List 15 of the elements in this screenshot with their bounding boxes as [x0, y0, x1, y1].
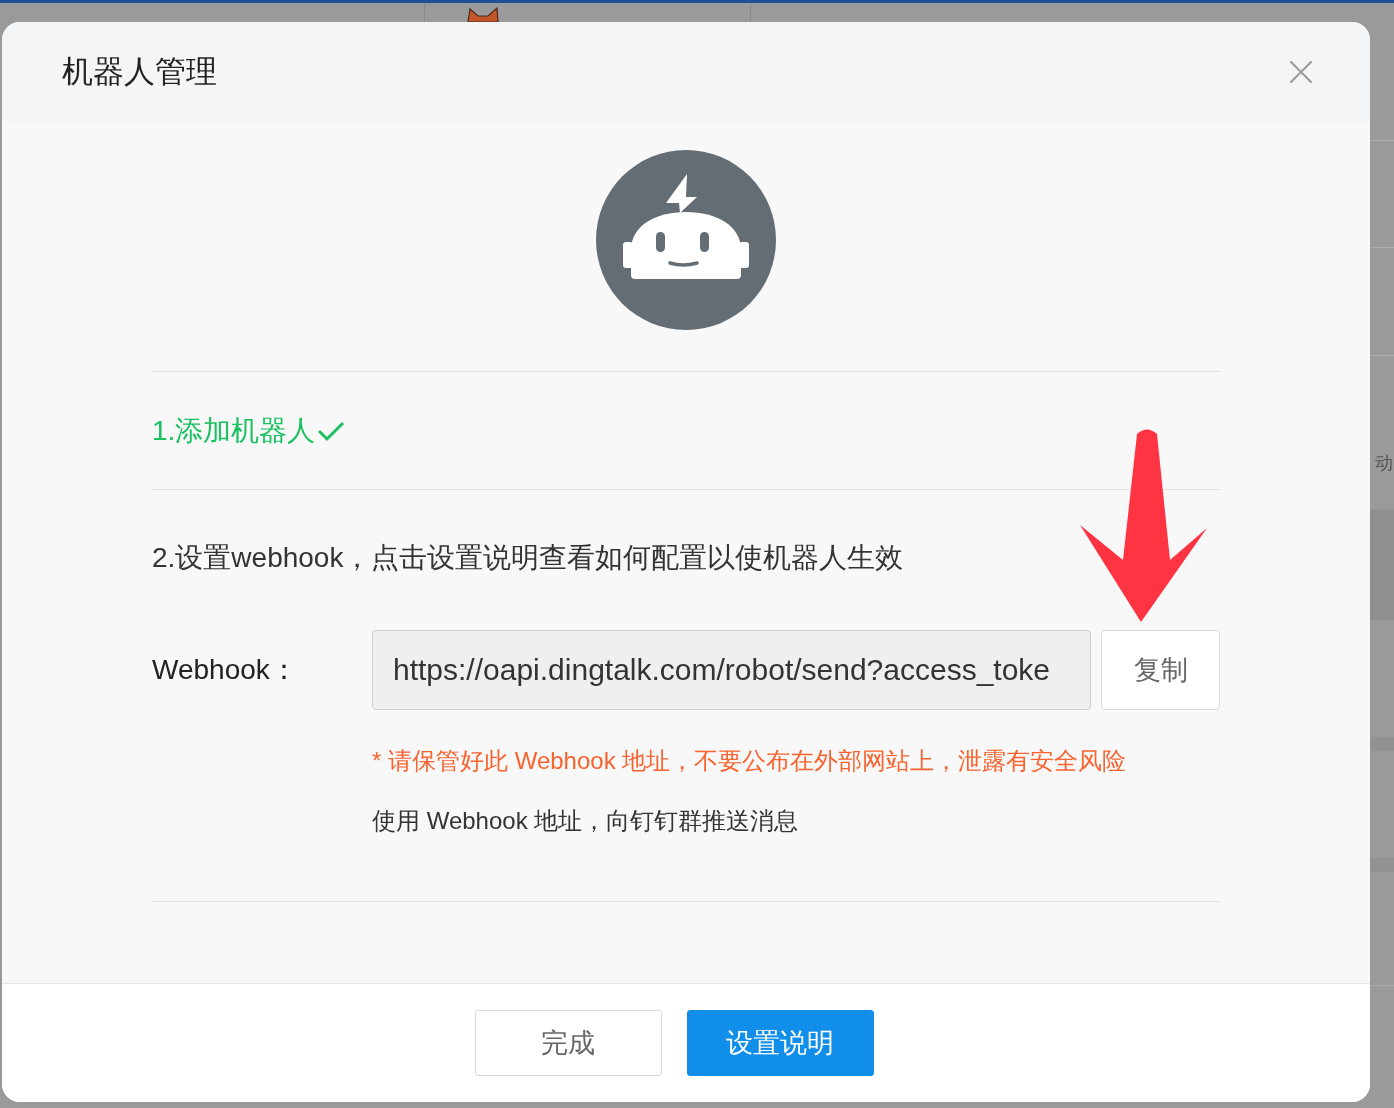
- background-panel: [1370, 737, 1394, 751]
- webhook-field[interactable]: https://oapi.dingtalk.com/robot/send?access_toke: [372, 630, 1091, 710]
- hint-text: 使用 Webhook 地址，向钉钉群推送消息: [372, 806, 800, 836]
- step-text: 1.添加机器人: [152, 413, 316, 448]
- close-icon[interactable]: [1290, 61, 1312, 83]
- copy-button[interactable]: 复制: [1101, 630, 1220, 710]
- dialog-title: 机器人管理: [62, 53, 217, 91]
- background-panel: [1370, 858, 1394, 872]
- instructions-button[interactable]: 设置说明: [686, 1010, 874, 1076]
- warning-text: * 请保管好此 Webhook 地址，不要公布在外部网站上，泄露有安全风险: [372, 746, 1128, 776]
- step-text: 2.设置webhook，点击设置说明查看如何配置以使机器人生效: [152, 541, 904, 575]
- background-text: 动: [1375, 452, 1393, 475]
- robot-icon: [596, 150, 776, 330]
- done-button[interactable]: 完成: [474, 1010, 662, 1076]
- webhook-label: Webhook：: [152, 653, 299, 687]
